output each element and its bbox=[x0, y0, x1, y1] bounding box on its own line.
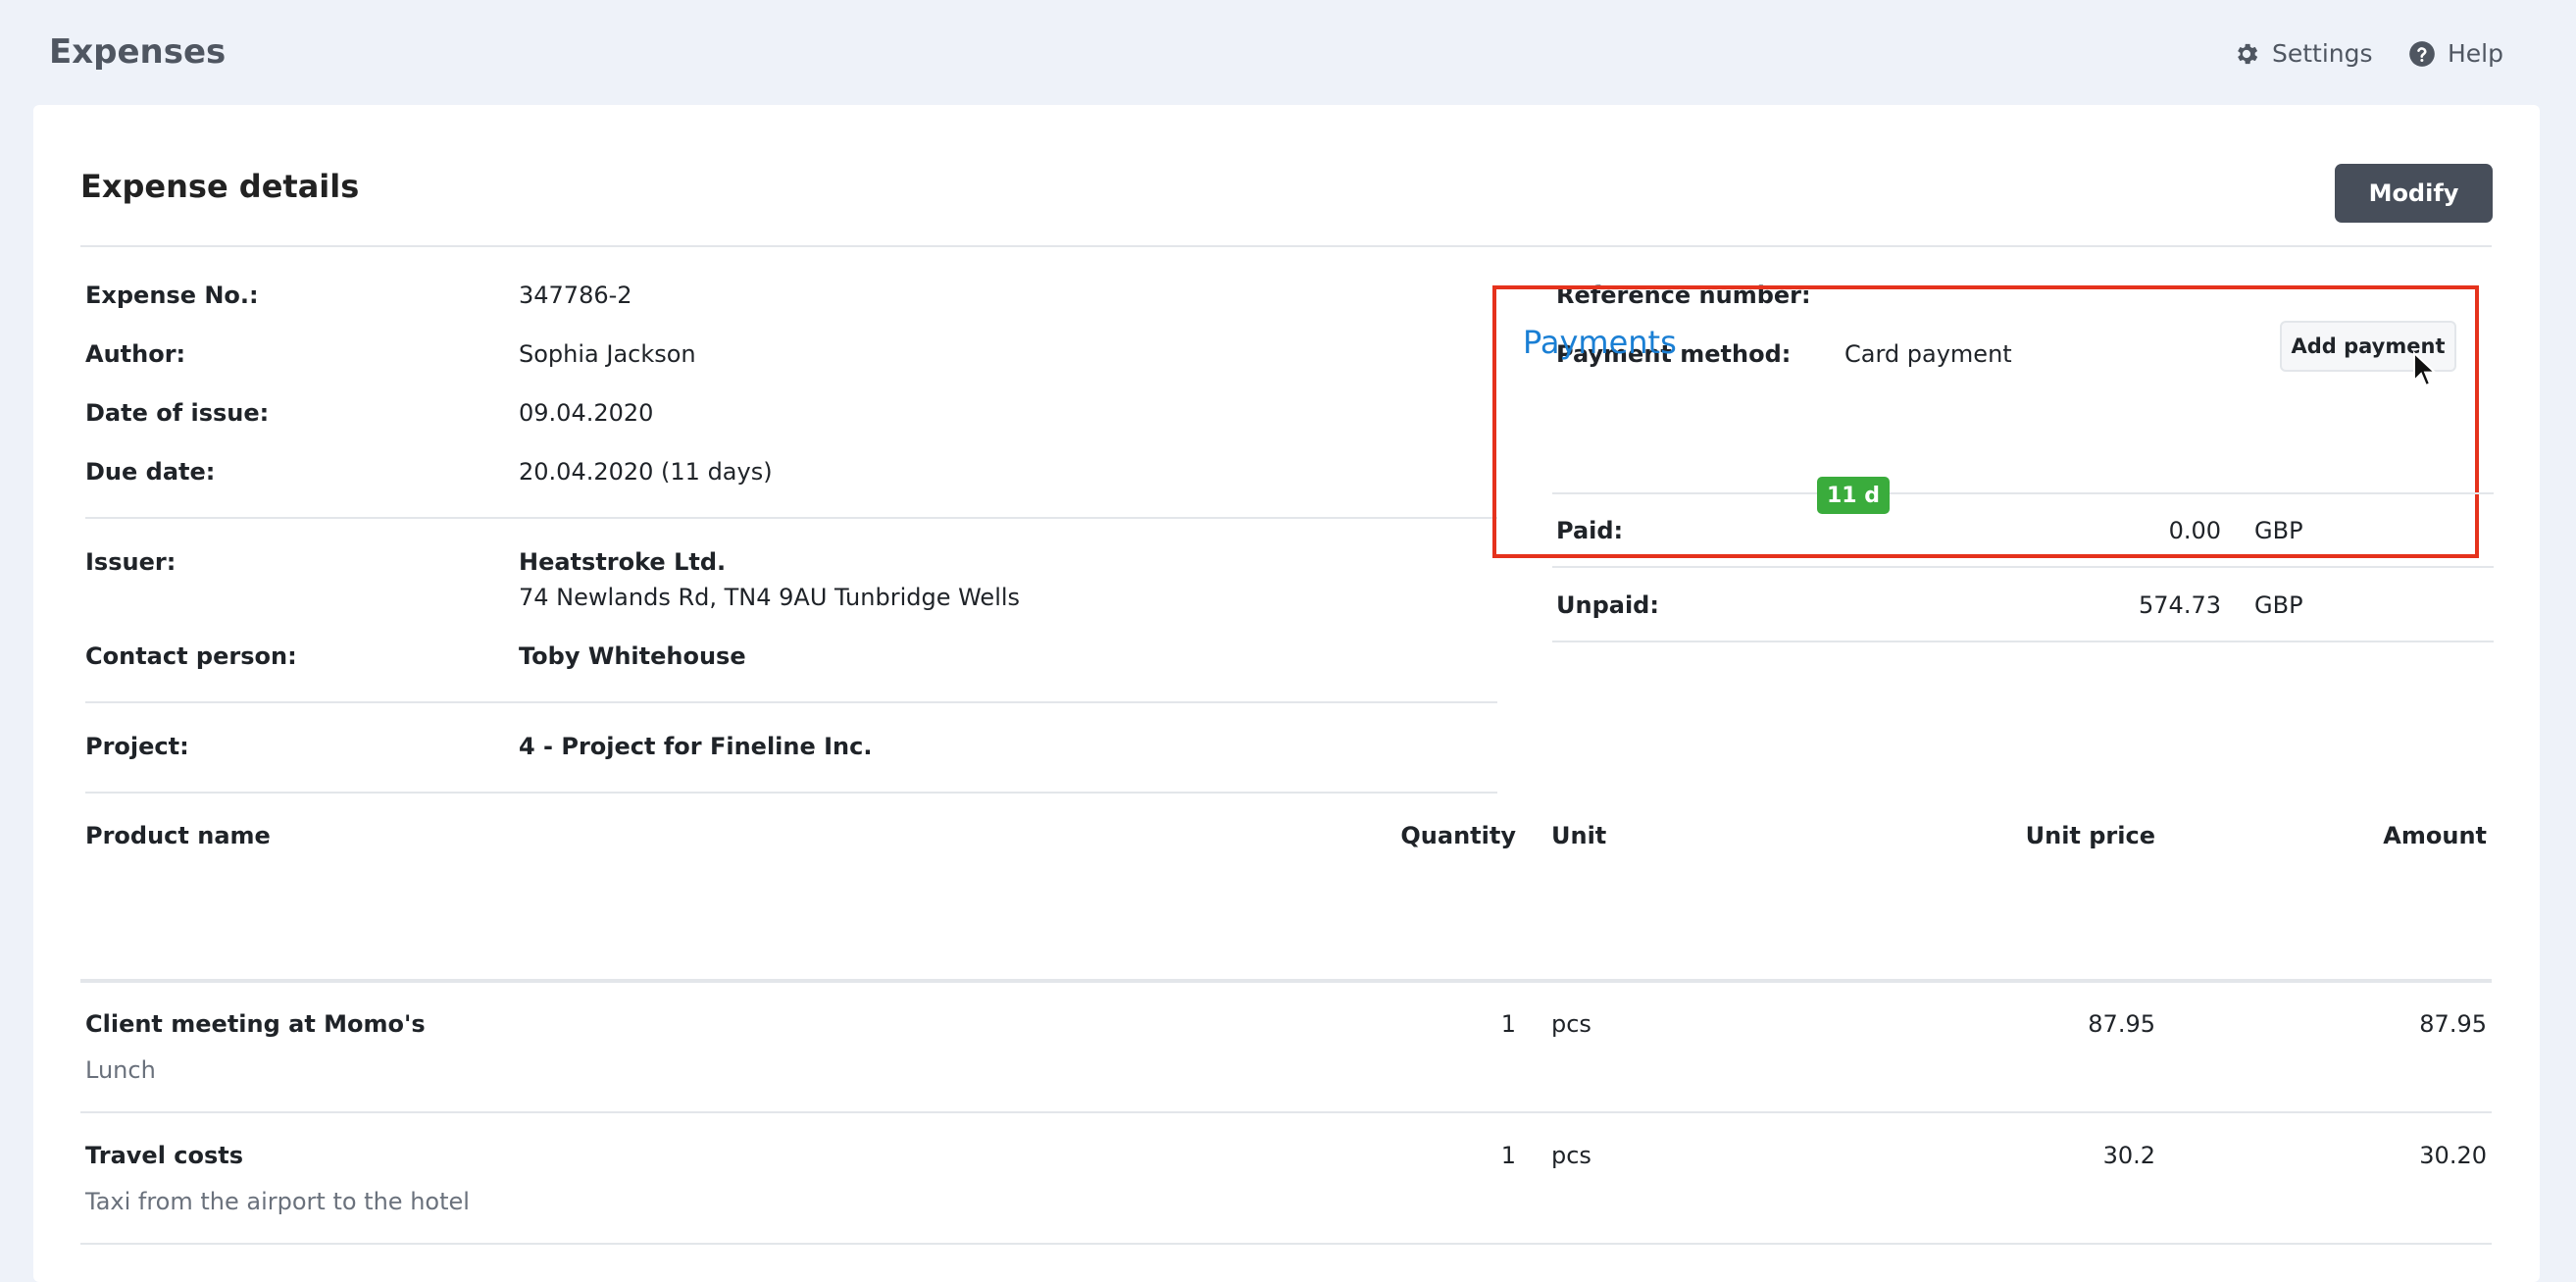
page-title: Expense details bbox=[80, 168, 360, 205]
paid-label: Paid: bbox=[1556, 517, 1624, 544]
column-header-amount: Amount bbox=[2383, 822, 2487, 849]
contact-person-label: Contact person: bbox=[85, 642, 297, 670]
paid-currency: GBP bbox=[2254, 517, 2303, 544]
product-unit: pcs bbox=[1551, 1010, 1591, 1038]
divider bbox=[1552, 566, 2494, 568]
modify-button[interactable]: Modify bbox=[2335, 164, 2493, 223]
product-name: Travel costs bbox=[85, 1142, 244, 1169]
table-header-divider bbox=[80, 979, 2492, 983]
contact-person-value: Toby Whitehouse bbox=[519, 642, 746, 670]
mouse-cursor-icon bbox=[2413, 351, 2438, 387]
product-amount: 30.20 bbox=[2419, 1142, 2487, 1169]
settings-link[interactable]: Settings bbox=[2233, 39, 2373, 68]
product-description: Taxi from the airport to the hotel bbox=[85, 1188, 470, 1215]
divider bbox=[1552, 641, 2494, 642]
column-header-quantity: Quantity bbox=[1400, 822, 1516, 849]
unpaid-amount: 574.73 bbox=[2139, 591, 2221, 619]
expense-no-value: 347786-2 bbox=[519, 282, 632, 309]
date-of-issue-label: Date of issue: bbox=[85, 399, 270, 427]
project-label: Project: bbox=[85, 733, 189, 760]
column-header-unit: Unit bbox=[1551, 822, 1607, 849]
product-unit: pcs bbox=[1551, 1142, 1591, 1169]
help-icon bbox=[2409, 40, 2435, 67]
product-unit-price: 87.95 bbox=[2088, 1010, 2155, 1038]
product-amount: 87.95 bbox=[2419, 1010, 2487, 1038]
product-name: Client meeting at Momo's bbox=[85, 1010, 426, 1038]
issuer-label: Issuer: bbox=[85, 548, 177, 576]
payments-title: Payments bbox=[1523, 324, 1677, 361]
help-label: Help bbox=[2448, 39, 2503, 68]
divider bbox=[85, 701, 1497, 703]
date-of-issue-value: 09.04.2020 bbox=[519, 399, 654, 427]
top-bar: Expenses Settings Help bbox=[0, 0, 2576, 105]
app-title: Expenses bbox=[49, 32, 227, 72]
column-header-unit-price: Unit price bbox=[2025, 822, 2155, 849]
author-label: Author: bbox=[85, 340, 186, 368]
divider bbox=[80, 1243, 2492, 1245]
divider bbox=[85, 517, 1497, 519]
product-quantity: 1 bbox=[1500, 1142, 1516, 1169]
help-link[interactable]: Help bbox=[2408, 39, 2503, 68]
divider bbox=[80, 1111, 2492, 1113]
gear-icon bbox=[2238, 43, 2258, 64]
unpaid-label: Unpaid: bbox=[1556, 591, 1659, 619]
divider bbox=[1552, 492, 2494, 494]
issuer-name: Heatstroke Ltd. bbox=[519, 548, 727, 576]
unpaid-currency: GBP bbox=[2254, 591, 2303, 619]
product-quantity: 1 bbox=[1500, 1010, 1516, 1038]
due-date-label: Due date: bbox=[85, 458, 216, 486]
divider bbox=[80, 245, 2492, 247]
overdue-days-badge: 11 d bbox=[1817, 477, 1890, 514]
issuer-address: 74 Newlands Rd, TN4 9AU Tunbridge Wells bbox=[519, 584, 1021, 611]
product-unit-price: 30.2 bbox=[2102, 1142, 2155, 1169]
due-date-value: 20.04.2020 (11 days) bbox=[519, 458, 773, 486]
settings-label: Settings bbox=[2272, 39, 2373, 68]
expense-no-label: Expense No.: bbox=[85, 282, 259, 309]
column-header-product: Product name bbox=[85, 822, 271, 849]
project-value: 4 - Project for Fineline Inc. bbox=[519, 733, 873, 760]
divider bbox=[85, 792, 1497, 794]
paid-amount: 0.00 bbox=[2168, 517, 2221, 544]
product-description: Lunch bbox=[85, 1056, 156, 1084]
author-value: Sophia Jackson bbox=[519, 340, 696, 368]
expense-card: Expense details Modify bbox=[33, 105, 2540, 1282]
